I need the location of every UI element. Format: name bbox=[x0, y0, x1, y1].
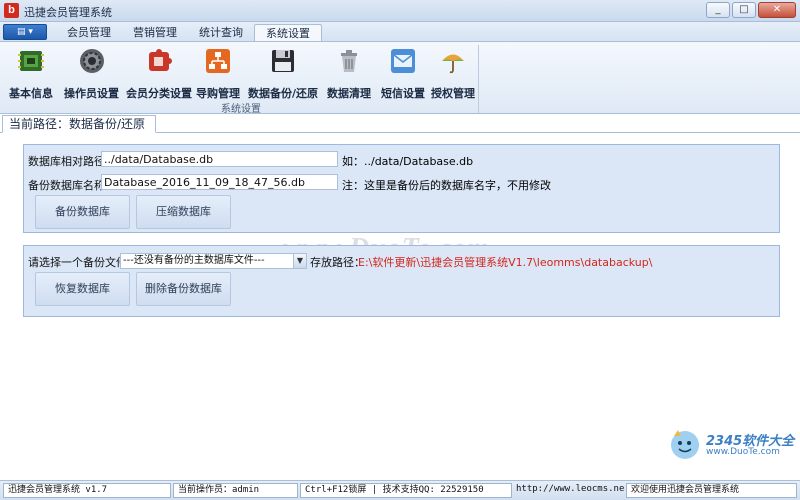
watermark-logo-sub: www.DuoTe.com bbox=[706, 447, 780, 457]
backup-name-note: 注：这里是备份后的数据库名字，不用修改 bbox=[342, 179, 551, 192]
restore-database-button[interactable]: 恢复数据库 bbox=[35, 272, 130, 306]
ribbon-item-label: 短信设置 bbox=[381, 87, 425, 100]
ribbon-shopping-guide-button[interactable]: 导购管理 bbox=[196, 47, 240, 101]
envelope-icon bbox=[389, 47, 417, 75]
corner-watermark: 2345软件大全 www.DuoTe.com bbox=[668, 428, 796, 470]
app-menu-button[interactable]: ▤ ▾ bbox=[3, 24, 47, 40]
ribbon-operator-settings-button[interactable]: 操作员设置 bbox=[64, 47, 119, 101]
ribbon-group-system-settings: 基本信息 操作员设置 会员分类设置 导购管理 数据备份/还原 数据清理 短信设置… bbox=[3, 45, 479, 115]
status-shortcut-support: Ctrl+F12锁屏 | 技术支持QQ: 22529150 bbox=[300, 483, 512, 498]
ribbon-group-label: 系统设置 bbox=[221, 104, 261, 115]
storage-path-value: E:\软件更新\迅捷会员管理系统V1.7\leomms\databackup\ bbox=[358, 256, 653, 269]
title-bar: b 迅捷会员管理系统 _ □ ✕ bbox=[0, 0, 800, 22]
status-operator: 当前操作员：admin bbox=[173, 483, 298, 498]
ribbon-item-label: 导购管理 bbox=[196, 87, 240, 100]
ribbon: 基本信息 操作员设置 会员分类设置 导购管理 数据备份/还原 数据清理 短信设置… bbox=[0, 41, 800, 115]
ribbon-tabs: 会员管理 营销管理 统计查询 系统设置 bbox=[56, 24, 322, 42]
ribbon-license-management-button[interactable]: 授权管理 bbox=[431, 47, 475, 101]
window-controls: _ □ ✕ bbox=[706, 2, 796, 18]
breadcrumb-bar: 当前路径：数据备份/还原 bbox=[0, 115, 800, 133]
org-chart-icon bbox=[204, 47, 232, 75]
cartoon-mascot-icon bbox=[671, 430, 699, 459]
status-welcome: 欢迎使用迅捷会员管理系统 bbox=[626, 483, 797, 498]
ribbon-item-label: 基本信息 bbox=[9, 87, 53, 100]
tab-member-management[interactable]: 会员管理 bbox=[56, 24, 122, 42]
ribbon-basic-info-button[interactable]: 基本信息 bbox=[9, 47, 53, 101]
maximize-button[interactable]: □ bbox=[732, 2, 756, 18]
backup-panel: 数据库相对路径： 如：../data/Database.db 备份数据库名称： … bbox=[23, 144, 780, 233]
delete-backup-database-button[interactable]: 删除备份数据库 bbox=[136, 272, 231, 306]
window-title: 迅捷会员管理系统 bbox=[24, 6, 112, 19]
ribbon-item-label: 数据备份/还原 bbox=[248, 87, 319, 100]
floppy-disk-icon bbox=[269, 47, 297, 75]
backup-database-button[interactable]: 备份数据库 bbox=[35, 195, 130, 229]
compress-database-button[interactable]: 压缩数据库 bbox=[136, 195, 231, 229]
breadcrumb[interactable]: 当前路径：数据备份/还原 bbox=[2, 115, 157, 133]
trash-can-icon bbox=[335, 47, 363, 75]
ribbon-sms-settings-button[interactable]: 短信设置 bbox=[381, 47, 425, 101]
minimize-button[interactable]: _ bbox=[706, 2, 730, 18]
backup-name-input[interactable] bbox=[101, 174, 338, 190]
close-button[interactable]: ✕ bbox=[758, 2, 796, 18]
ribbon-data-backup-restore-button[interactable]: 数据备份/还原 bbox=[248, 47, 318, 101]
backup-file-select-value: ---还没有备份的主数据库文件--- bbox=[123, 255, 265, 266]
storage-path-label: 存放路径： bbox=[310, 256, 365, 269]
chevron-down-icon[interactable]: ▼ bbox=[293, 254, 306, 268]
ribbon-item-label: 授权管理 bbox=[431, 87, 475, 100]
db-path-example: 如：../data/Database.db bbox=[342, 155, 474, 168]
menu-bar: ▤ ▾ 会员管理 营销管理 统计查询 系统设置 bbox=[0, 22, 800, 42]
umbrella-icon bbox=[439, 47, 467, 75]
app-logo-icon: b bbox=[4, 3, 19, 18]
puzzle-icon bbox=[145, 47, 173, 75]
ribbon-data-cleanup-button[interactable]: 数据清理 bbox=[327, 47, 371, 101]
status-system-name: 迅捷会员管理系统 v1.7 bbox=[3, 483, 171, 498]
circuit-board-icon bbox=[17, 47, 45, 75]
tab-statistics-query[interactable]: 统计查询 bbox=[188, 24, 254, 42]
gear-icon bbox=[78, 47, 106, 75]
ribbon-item-label: 操作员设置 bbox=[64, 87, 119, 100]
restore-panel: 请选择一个备份文件： ---还没有备份的主数据库文件--- ▼ 存放路径： E:… bbox=[23, 245, 780, 317]
status-bar: 迅捷会员管理系统 v1.7 当前操作员：admin Ctrl+F12锁屏 | 技… bbox=[0, 480, 800, 500]
ribbon-item-label: 会员分类设置 bbox=[126, 87, 192, 100]
status-website[interactable]: http://www.leocms.net bbox=[512, 483, 624, 498]
tab-system-settings[interactable]: 系统设置 bbox=[254, 24, 322, 42]
ribbon-member-category-button[interactable]: 会员分类设置 bbox=[126, 47, 192, 101]
db-path-input[interactable] bbox=[101, 151, 338, 167]
ribbon-item-label: 数据清理 bbox=[327, 87, 371, 100]
tab-marketing-management[interactable]: 营销管理 bbox=[122, 24, 188, 42]
backup-file-select[interactable]: ---还没有备份的主数据库文件--- ▼ bbox=[120, 253, 307, 269]
